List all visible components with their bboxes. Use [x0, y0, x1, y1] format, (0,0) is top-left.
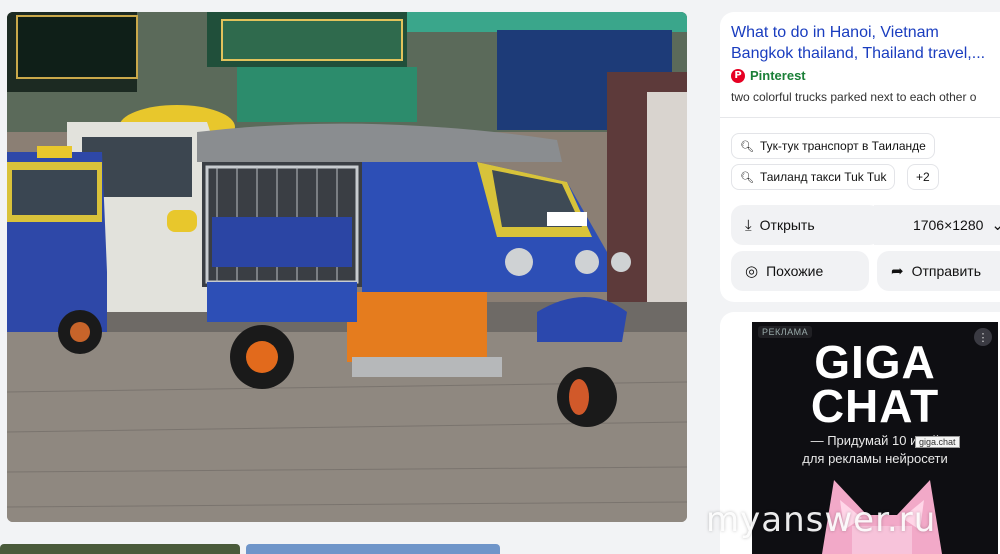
ad-headline: GIGA CHAT	[752, 336, 998, 432]
main-image[interactable]	[7, 12, 687, 522]
image-viewer	[0, 0, 700, 554]
more-tags-chip[interactable]: +2	[907, 164, 939, 190]
watermark: myanswer.ru	[706, 500, 937, 540]
ad-badge: РЕКЛАМА	[758, 326, 813, 338]
ad-text-line1: — Придумай 10 идей	[810, 433, 940, 448]
tag-label: Таиланд такси Tuk Tuk	[759, 170, 887, 184]
tag-chip[interactable]: 🔍︎ Тук-тук транспорт в Таиланде	[731, 133, 935, 159]
lens-icon: ◎	[745, 262, 759, 280]
result-title-link[interactable]: What to do in Hanoi, Vietnam Bangkok tha…	[731, 22, 1000, 64]
pinterest-icon: P	[731, 68, 745, 83]
thumbnail[interactable]	[0, 544, 240, 554]
similar-button[interactable]: ◎ Похожие	[731, 251, 869, 291]
result-title-line1[interactable]: What to do in Hanoi, Vietnam	[731, 22, 1000, 43]
similar-label: Похожие	[766, 263, 824, 279]
open-button[interactable]: ⤓ Открыть	[731, 205, 881, 245]
result-title-line2[interactable]: Bangkok thailand, Thailand travel,...	[731, 43, 1000, 64]
ad-text-line2: для рекламы нейросети	[802, 451, 948, 466]
download-icon: ⤓	[745, 216, 752, 234]
ad-tooltip: giga.chat	[915, 436, 960, 448]
divider	[720, 117, 1000, 118]
source-name[interactable]: Pinterest	[750, 68, 806, 83]
size-label: 1706×1280	[912, 217, 984, 233]
result-panel: What to do in Hanoi, Vietnam Bangkok tha…	[720, 12, 1000, 302]
ad-headline-line1: GIGA	[814, 336, 936, 388]
search-icon: 🔍︎	[740, 139, 754, 153]
share-button[interactable]: ➦ Отправить	[877, 251, 1000, 291]
thumbnail-strip	[0, 544, 700, 554]
result-source[interactable]: P Pinterest	[731, 68, 806, 83]
image-search-page: What to do in Hanoi, Vietnam Bangkok tha…	[0, 0, 1000, 554]
open-label: Открыть	[759, 217, 815, 233]
tag-label: +2	[916, 170, 930, 184]
search-icon: 🔍︎	[740, 170, 754, 184]
chevron-down-icon: ⌄	[991, 216, 1000, 234]
tag-chip[interactable]: 🔍︎ Таиланд такси Tuk Tuk	[731, 164, 896, 190]
tag-label: Тук-тук транспорт в Таиланде	[759, 139, 926, 153]
result-description: two colorful trucks parked next to each …	[731, 90, 977, 104]
share-icon: ➦	[891, 262, 904, 280]
ad-text: — Придумай 10 идей для рекламы нейросети	[752, 432, 998, 468]
ad-headline-line2: CHAT	[810, 380, 940, 432]
share-label: Отправить	[911, 263, 981, 279]
size-select[interactable]: 1706×1280 ⌄	[874, 205, 1000, 245]
thumbnail[interactable]	[246, 544, 500, 554]
